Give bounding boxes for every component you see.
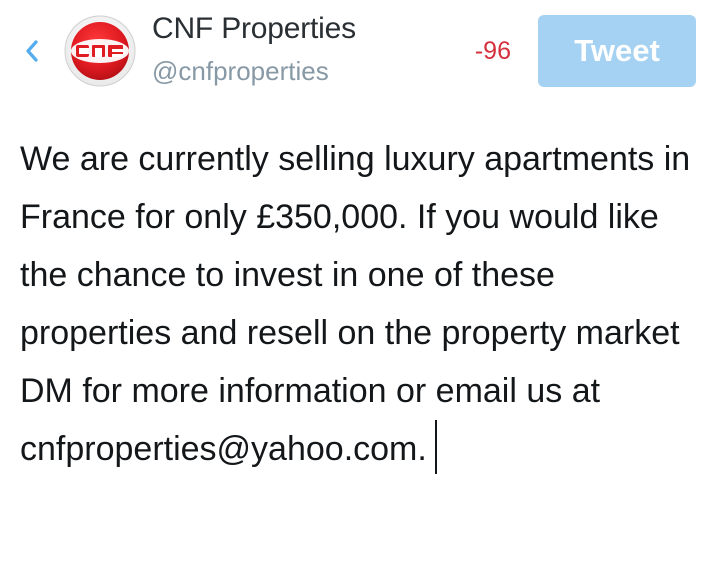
account-name: CNF Properties — [152, 12, 356, 45]
tweet-compose-area[interactable]: We are currently selling luxury apartmen… — [20, 130, 700, 478]
cnf-logo-icon — [64, 15, 136, 87]
compose-header: CNF Properties @cnfproperties -96 Tweet — [0, 0, 720, 110]
text-cursor — [434, 420, 437, 474]
tweet-button[interactable]: Tweet — [538, 15, 696, 87]
tweet-text: We are currently selling luxury apartmen… — [20, 140, 691, 468]
account-handle: @cnfproperties — [152, 56, 329, 86]
chevron-left-icon[interactable] — [20, 36, 46, 66]
avatar — [64, 15, 136, 87]
character-counter: -96 — [474, 37, 511, 65]
